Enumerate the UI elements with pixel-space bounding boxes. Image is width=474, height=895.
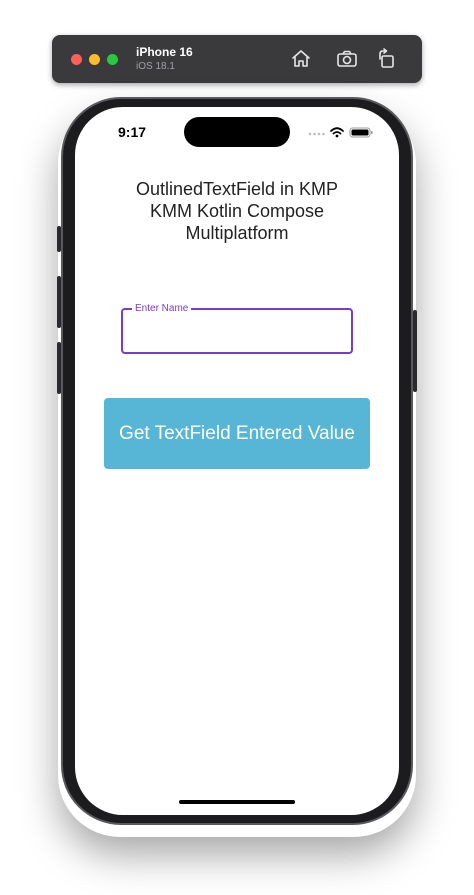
rotate-icon[interactable] xyxy=(375,47,399,71)
screenshot-icon[interactable] xyxy=(335,47,359,71)
zoom-window-button[interactable] xyxy=(107,54,118,65)
simulator-toolbar: iPhone 16 iOS 18.1 xyxy=(52,35,422,83)
os-version: iOS 18.1 xyxy=(136,61,175,72)
title-line: Multiplatform xyxy=(185,223,289,243)
page-title: OutlinedTextField in KMP KMM Kotlin Comp… xyxy=(95,178,379,244)
phone-screen: 9:17 OutlinedTextField in KMP KMM Kotlin… xyxy=(75,107,399,815)
dynamic-island xyxy=(184,117,290,147)
battery-icon xyxy=(349,127,373,138)
name-field-label: Enter Name xyxy=(132,303,192,315)
name-input[interactable] xyxy=(133,320,345,344)
title-line: KMM Kotlin Compose xyxy=(149,201,325,221)
device-name: iPhone 16 xyxy=(136,45,193,59)
minimize-window-button[interactable] xyxy=(89,54,100,65)
get-value-button[interactable]: Get TextField Entered Value xyxy=(104,398,370,469)
signal-icon xyxy=(308,132,325,136)
power-button xyxy=(413,310,417,392)
simulator-stage: iPhone 16 iOS 18.1 9:17 OutlinedTextFiel… xyxy=(0,0,474,895)
name-text-field[interactable]: Enter Name xyxy=(121,303,353,354)
home-icon[interactable] xyxy=(289,47,313,71)
home-indicator[interactable] xyxy=(179,800,295,804)
wifi-icon xyxy=(330,127,344,138)
status-icons xyxy=(306,124,376,140)
close-window-button[interactable] xyxy=(71,54,82,65)
status-time: 9:17 xyxy=(118,124,147,140)
title-line: OutlinedTextField in KMP xyxy=(135,179,339,199)
